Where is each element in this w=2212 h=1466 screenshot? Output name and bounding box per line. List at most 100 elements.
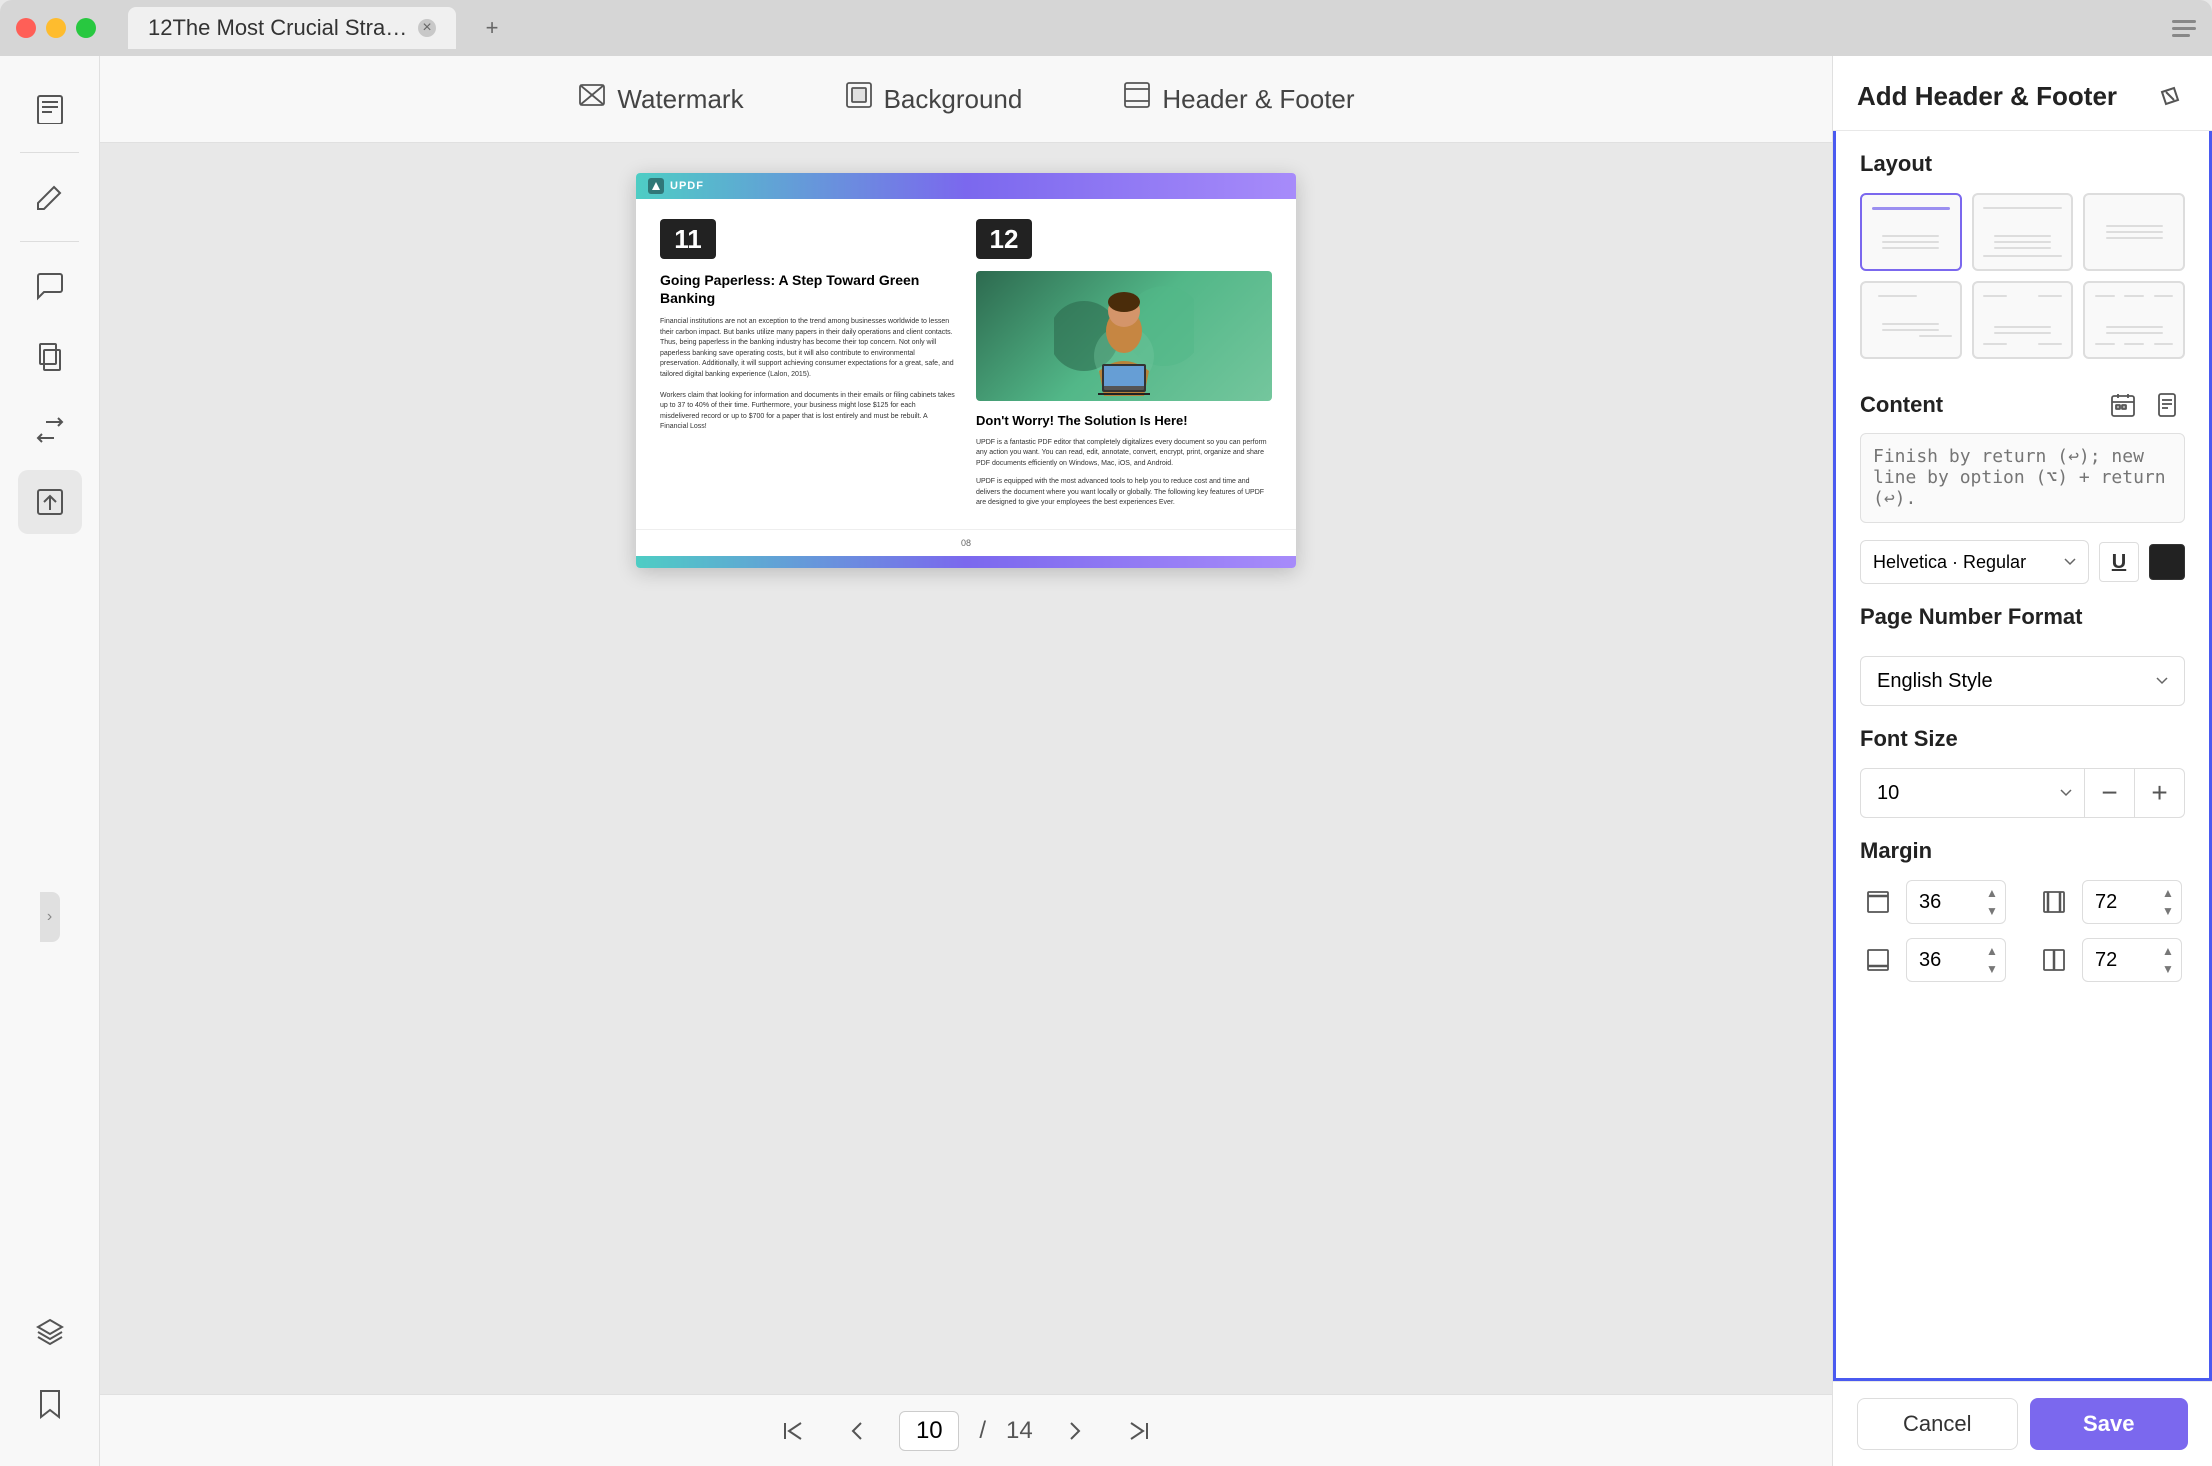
layout-option-6[interactable] — [2083, 281, 2185, 359]
content-header: Content — [1860, 387, 2185, 423]
sidebar-arrow-container: › — [40, 892, 60, 942]
content-section: Content — [1860, 387, 2185, 584]
content-input[interactable] — [1860, 433, 2185, 523]
fullscreen-traffic-light[interactable] — [76, 18, 96, 38]
sidebar-icon-active[interactable] — [18, 470, 82, 534]
margin-right-input-group: 72 ▲ ▼ — [2082, 880, 2182, 924]
last-page-btn[interactable] — [1117, 1409, 1161, 1453]
pdf-chapter-12-body1: UPDF is a fantastic PDF editor that comp… — [976, 438, 1272, 470]
sidebar-icon-layers[interactable] — [18, 1300, 82, 1364]
margin-right-increase[interactable]: ▲ — [2158, 884, 2178, 902]
margin-top-spinners: ▲ ▼ — [1982, 884, 2002, 920]
new-tab-button[interactable]: + — [476, 12, 508, 44]
traffic-lights — [16, 18, 96, 38]
margin-label: Margin — [1860, 838, 2185, 864]
panel-close-button[interactable] — [2152, 78, 2188, 114]
sidebar: › — [0, 56, 100, 1466]
layout-option-4[interactable] — [1860, 281, 1962, 359]
margin-top-decrease[interactable]: ▼ — [1982, 902, 2002, 920]
pdf-chapter-12-num: 12 — [976, 219, 1032, 259]
next-page-btn[interactable] — [1053, 1409, 1097, 1453]
background-icon — [844, 80, 874, 118]
layout-option-2[interactable] — [1972, 193, 2074, 271]
titlebar: 12The Most Crucial Strate... × + — [0, 0, 2212, 56]
toolbar-watermark[interactable]: Watermark — [557, 72, 763, 126]
underline-button[interactable]: U — [2099, 542, 2139, 582]
doc-viewer[interactable]: UPDF 11 Going Paperless: A Step Toward G… — [100, 143, 1832, 1394]
close-traffic-light[interactable] — [16, 18, 36, 38]
sidebar-icon-convert[interactable] — [18, 398, 82, 462]
pdf-page-number: 08 — [636, 529, 1296, 556]
toolbar: Watermark Background — [100, 56, 1832, 143]
layout-option-5[interactable] — [1972, 281, 2074, 359]
pdf-logo-text: UPDF — [670, 180, 704, 192]
content-section-label: Content — [1860, 392, 1943, 418]
margin-horizontal-icon — [2036, 884, 2072, 920]
font-size-decrease-btn[interactable]: − — [2085, 768, 2135, 818]
prev-page-btn[interactable] — [835, 1409, 879, 1453]
first-page-btn[interactable] — [771, 1409, 815, 1453]
pdf-chapter-12-body2: UPDF is equipped with the most advanced … — [976, 477, 1272, 509]
margin-right2-decrease[interactable]: ▼ — [2158, 960, 2178, 978]
margin-top-input-group: 36 ▲ ▼ — [1906, 880, 2006, 924]
page-number-format-select[interactable]: English Style Roman Numerals Arabic Nume… — [1860, 656, 2185, 706]
font-size-section: Font Size 10 12 14 16 18 − + — [1860, 726, 2185, 818]
sidebar-icon-edit[interactable] — [18, 165, 82, 229]
layout-option-3[interactable] — [2083, 193, 2185, 271]
header-footer-icon — [1122, 80, 1152, 118]
font-size-row: 10 12 14 16 18 − + — [1860, 768, 2185, 818]
sidebar-bottom — [18, 1300, 82, 1446]
pdf-columns: 11 Going Paperless: A Step Toward Green … — [660, 219, 1272, 509]
hamburger-menu[interactable] — [2172, 20, 2196, 37]
current-page-input[interactable]: 10 — [899, 1411, 959, 1451]
pdf-chapter-11-body: Financial institutions are not an except… — [660, 317, 956, 433]
margin-top-increase[interactable]: ▲ — [1982, 884, 2002, 902]
browser-tab[interactable]: 12The Most Crucial Strate... × — [128, 7, 456, 49]
sidebar-icon-bookmark[interactable] — [18, 1372, 82, 1436]
total-pages: 14 — [1006, 1417, 1033, 1445]
margin-bottom-spinners: ▲ ▼ — [1982, 942, 2002, 978]
content-icon-page[interactable] — [2149, 387, 2185, 423]
sidebar-collapse-arrow[interactable]: › — [40, 892, 60, 942]
pdf-chapter-11-num: 11 — [660, 219, 716, 259]
page-number-format-label: Page Number Format — [1860, 604, 2185, 630]
page-separator: / — [979, 1417, 986, 1445]
pdf-chapter-12-subtitle: Don't Worry! The Solution Is Here! — [976, 413, 1272, 430]
cancel-button[interactable]: Cancel — [1857, 1398, 2018, 1450]
panel-header: Add Header & Footer — [1833, 56, 2212, 131]
sidebar-icon-pages[interactable] — [18, 326, 82, 390]
sidebar-icon-comment[interactable] — [18, 254, 82, 318]
sidebar-divider-1 — [20, 152, 79, 153]
font-size-increase-btn[interactable]: + — [2135, 768, 2185, 818]
margin-right2-input-group: 72 ▲ ▼ — [2082, 938, 2182, 982]
minimize-traffic-light[interactable] — [46, 18, 66, 38]
font-select[interactable]: Helvetica · Regular — [1860, 540, 2089, 584]
panel-content: Layout — [1833, 131, 2212, 1381]
sidebar-divider-2 — [20, 241, 79, 242]
pdf-content: 11 Going Paperless: A Step Toward Green … — [636, 199, 1296, 529]
save-button[interactable]: Save — [2030, 1398, 2189, 1450]
margin-bottom-increase[interactable]: ▲ — [1982, 942, 2002, 960]
margin-right-decrease[interactable]: ▼ — [2158, 902, 2178, 920]
margin-bottom-input-group: 36 ▲ ▼ — [1906, 938, 2006, 982]
pdf-chapter-11-title: Going Paperless: A Step Toward Green Ban… — [660, 271, 956, 307]
pdf-footer-bar — [636, 556, 1296, 568]
margin-right2-increase[interactable]: ▲ — [2158, 942, 2178, 960]
panel-footer: Cancel Save — [1833, 1381, 2212, 1466]
toolbar-watermark-label: Watermark — [617, 84, 743, 115]
content-area: Watermark Background — [100, 56, 1832, 1466]
watermark-icon — [577, 80, 607, 118]
pdf-document: UPDF 11 Going Paperless: A Step Toward G… — [636, 173, 1296, 568]
margin-bottom-decrease[interactable]: ▼ — [1982, 960, 2002, 978]
font-size-select[interactable]: 10 12 14 16 18 — [1860, 768, 2085, 818]
toolbar-header-footer[interactable]: Header & Footer — [1102, 72, 1374, 126]
content-icon-calendar[interactable] — [2105, 387, 2141, 423]
toolbar-background[interactable]: Background — [824, 72, 1043, 126]
sidebar-icon-reader[interactable] — [18, 76, 82, 140]
layout-option-1[interactable] — [1860, 193, 1962, 271]
margin-top-icon — [1860, 884, 1896, 920]
color-swatch[interactable] — [2149, 544, 2185, 580]
pdf-logo-icon — [648, 178, 664, 194]
tab-close-button[interactable]: × — [418, 19, 436, 37]
margin-top-row: 36 ▲ ▼ 72 — [1860, 880, 2185, 924]
